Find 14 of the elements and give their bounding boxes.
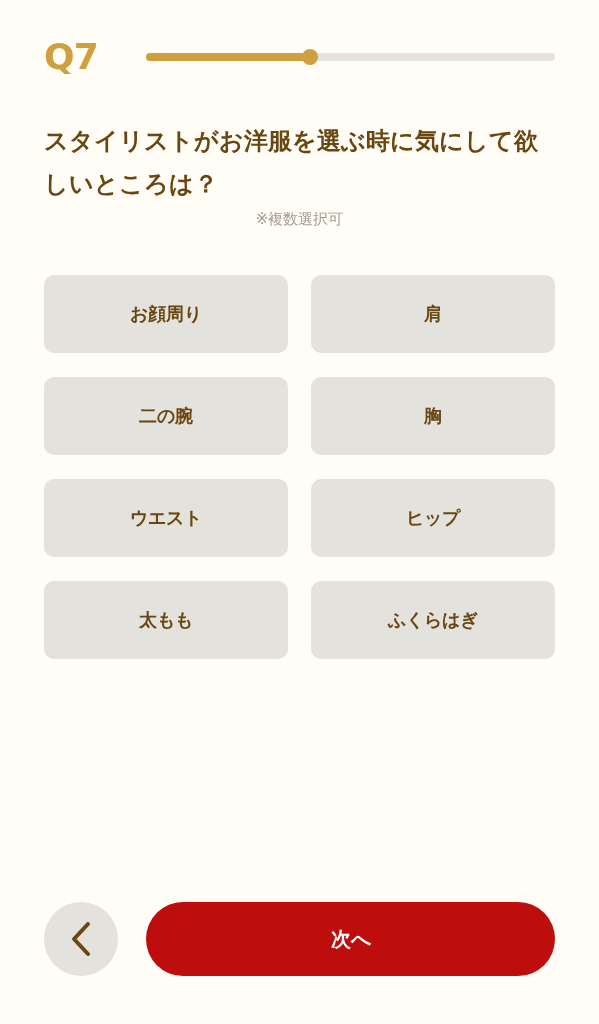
- chevron-left-icon: [70, 921, 92, 957]
- selection-note: ※複数選択可: [254, 209, 345, 230]
- option-button[interactable]: お顔周り: [44, 274, 288, 353]
- option-button[interactable]: ヒップ: [311, 478, 555, 557]
- option-button[interactable]: 二の腕: [44, 376, 288, 455]
- option-button[interactable]: ふくらはぎ: [311, 580, 555, 659]
- option-button[interactable]: 肩: [311, 274, 555, 353]
- question-number: Q7: [44, 39, 98, 75]
- option-button[interactable]: 胸: [311, 376, 555, 455]
- option-button[interactable]: 太もも: [44, 580, 288, 659]
- next-button[interactable]: 次へ: [146, 902, 555, 976]
- progress-thumb: [301, 49, 318, 65]
- question-title: スタイリストがお洋服を選ぶ時に気にして欲しいところは？: [44, 126, 539, 200]
- option-button[interactable]: ウエスト: [44, 478, 288, 557]
